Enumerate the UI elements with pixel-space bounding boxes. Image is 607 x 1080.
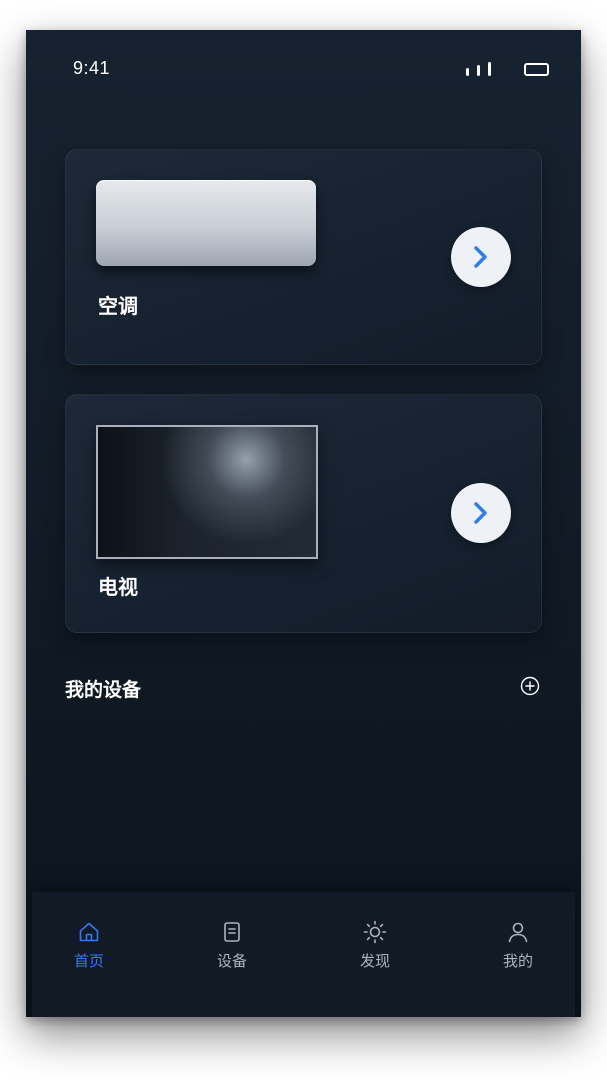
television-image <box>96 425 318 559</box>
tab-discover[interactable]: 发现 <box>335 920 415 971</box>
home-icon <box>79 922 99 942</box>
signal-icon <box>466 62 496 76</box>
tab-home[interactable]: 首页 <box>49 920 129 971</box>
tab-devices[interactable]: 设备 <box>192 920 272 971</box>
tab-me[interactable]: 我的 <box>478 920 558 971</box>
user-icon <box>508 922 528 943</box>
open-air-conditioner-button[interactable] <box>451 227 511 287</box>
device-label-air-conditioner: 空调 <box>98 294 138 318</box>
open-television-button[interactable] <box>451 483 511 543</box>
tab-label-devices: 设备 <box>216 952 247 970</box>
phone-screen: 9:41 空调 电视 我的设备 首页 设备 发现 我的 <box>26 30 581 1017</box>
device-card-air-conditioner[interactable]: 空调 <box>65 149 542 365</box>
tab-label-me: 我的 <box>502 952 533 970</box>
tab-label-discover: 发现 <box>359 952 390 970</box>
my-devices-title: 我的设备 <box>65 679 142 701</box>
device-label-television: 电视 <box>98 575 138 599</box>
chevron-right-icon <box>474 502 487 524</box>
device-icon <box>224 922 240 942</box>
sun-icon <box>363 920 387 944</box>
tab-label-home: 首页 <box>73 952 104 970</box>
device-card-television[interactable]: 电视 <box>65 394 542 633</box>
air-conditioner-image <box>96 180 316 266</box>
bottom-tab-bar: 首页 设备 发现 我的 <box>32 892 575 1017</box>
chevron-right-icon <box>474 246 487 268</box>
plus-circle-icon[interactable] <box>520 676 540 696</box>
status-time: 9:41 <box>73 58 111 78</box>
battery-icon <box>524 63 549 76</box>
